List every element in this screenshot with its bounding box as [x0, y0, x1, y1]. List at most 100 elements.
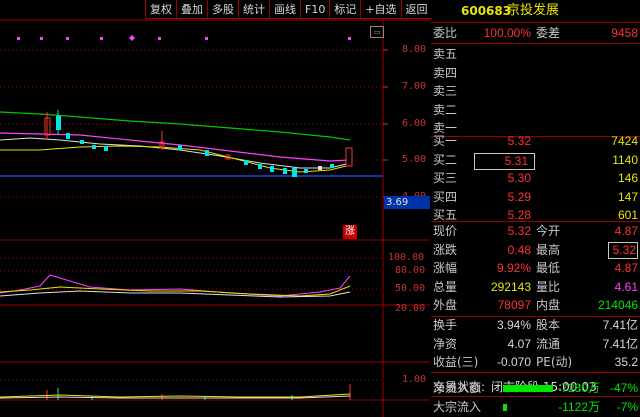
volume-axis-label: 1.00	[402, 374, 427, 385]
flow-pct: -7%	[616, 400, 638, 414]
stat-value: 35.2	[614, 355, 638, 370]
stat-value: 214046	[597, 298, 638, 313]
flow-value: -1122万	[558, 400, 600, 414]
ma-line-magenta	[0, 132, 351, 162]
stat-label: 涨幅	[433, 261, 458, 276]
toolbar-button-0[interactable]: 复权	[145, 0, 176, 19]
price-axis-label: 8.00	[402, 44, 427, 55]
toolbar-button-1[interactable]: 叠加	[176, 0, 207, 19]
stat-value: -0.070	[496, 355, 531, 370]
sell-label: 卖二	[433, 102, 458, 117]
stat-label: 流通	[536, 336, 561, 351]
stock-header: 600683 京投发展	[431, 0, 640, 22]
buy-price: 5.30	[507, 171, 531, 185]
stat-value: 4.07	[507, 336, 531, 351]
stat-row: 涨幅 9.92% 最低 4.87	[431, 259, 640, 278]
toolbar-button-8[interactable]: 返回	[400, 0, 432, 19]
stat-label: 最低	[536, 261, 561, 276]
buy-row: 买三 5.30 146	[431, 169, 640, 188]
sell-row: 卖二	[431, 101, 640, 120]
share-stat-row: 换手 3.94% 股本 7.41亿	[431, 316, 640, 335]
stat-label: 今开	[536, 224, 561, 238]
buy-row: 买二 5.31 1140	[431, 151, 640, 170]
stat-value: 4.87	[614, 224, 638, 238]
stat-label: 现价	[433, 224, 458, 238]
stat-label: PE(动)	[536, 355, 573, 370]
weibi-row: 委比 100.00% 委差 9458	[431, 24, 640, 43]
turnover-axis-label: 50.00	[395, 283, 426, 294]
stat-label: 股本	[536, 318, 561, 332]
stat-value: 292143	[490, 279, 531, 294]
stat-label: 净资	[433, 336, 458, 351]
current-price-marker: 3.69	[384, 196, 430, 209]
turnover-axis-label: 80.00	[395, 265, 426, 276]
toolbar-button-7[interactable]: +自选	[360, 0, 401, 19]
stat-value: 7.41亿	[602, 336, 638, 351]
flow-bar	[503, 385, 553, 392]
buy-label: 买二	[433, 152, 458, 167]
quote-panel: 600683 京投发展 委比 100.00% 委差 9458 卖五 卖四 卖三 卖二卖…	[431, 0, 640, 417]
buy-price: 5.32	[507, 134, 531, 148]
flow-bar	[503, 404, 507, 411]
toolbar-button-5[interactable]: F10	[300, 0, 330, 19]
stat-row: 外盘 78097 内盘 214046	[431, 296, 640, 315]
stat-value: 5.32	[607, 241, 638, 259]
flow-label: 净流入额	[433, 381, 482, 395]
buy-row: 买一 5.32 7424	[431, 132, 640, 151]
stat-value: 7.41亿	[602, 318, 638, 332]
share-stat-row: 净资 4.07 流通 7.41亿	[431, 335, 640, 354]
toolbar-button-6[interactable]: 标记	[329, 0, 361, 19]
toolbar-button-2[interactable]: 多股	[207, 0, 238, 19]
kline-chart-area[interactable]: 复权 叠加 多股 统计 画线 F10 标记 +自选 返回 ▭ 8.00 7.00 6.00 5.…	[0, 0, 432, 417]
stock-code: 600683	[461, 4, 512, 18]
price-axis-label: 5.00	[402, 154, 427, 165]
weibi-label: 委比	[433, 26, 458, 40]
sell-row: 卖三	[431, 82, 640, 101]
turnover-axis-label: 100.00	[388, 252, 425, 263]
stat-label: 最高	[536, 242, 561, 257]
price-axis-label: 7.00	[402, 81, 427, 92]
ma-line-white	[0, 137, 351, 169]
toolbar-button-4[interactable]: 画线	[269, 0, 300, 19]
buy-price: 5.31	[473, 152, 535, 170]
stat-value: 5.32	[507, 224, 531, 238]
stat-value: 4.87	[614, 261, 638, 276]
buy-volume: 147	[617, 189, 638, 204]
event-markers[interactable]	[17, 37, 351, 40]
sell-label: 卖三	[433, 84, 458, 98]
stat-label: 内盘	[536, 298, 561, 313]
stat-value: 9.92%	[496, 261, 531, 276]
sell-row: 卖五	[431, 45, 640, 64]
flow-row: 净流入额 -7280万 -47%	[431, 379, 640, 398]
toolbar-button-3[interactable]: 统计	[238, 0, 269, 19]
stock-name: 京投发展	[507, 3, 560, 18]
stat-row: 总量 292143 量比 4.61	[431, 278, 640, 297]
buy-label: 买四	[433, 189, 458, 204]
chart-toolbar: 复权 叠加 多股 统计 画线 F10 标记 +自选 返回	[145, 0, 432, 20]
limit-up-tag: 涨	[343, 225, 357, 239]
flow-label: 大宗流入	[433, 400, 482, 414]
ma-line-green	[0, 111, 351, 141]
flow-value: -7280万	[557, 381, 600, 395]
flow-row: 大宗流入 -1122万 -7%	[431, 398, 640, 417]
buy-price: 5.29	[507, 189, 531, 204]
stat-label: 外盘	[433, 298, 458, 313]
sell-label: 卖五	[433, 47, 458, 61]
turnover-axis-label: 20.00	[395, 303, 426, 314]
buy-volume: 7424	[611, 134, 638, 148]
buy-row: 买四 5.29 147	[431, 188, 640, 207]
sell-row: 卖四	[431, 64, 640, 83]
price-axis-label: 6.00	[402, 118, 427, 129]
buy-label: 买一	[433, 134, 458, 148]
stat-label: 收益(三)	[433, 355, 479, 370]
chart-canvas	[0, 19, 430, 417]
stat-value: 3.94%	[496, 318, 531, 332]
share-stat-row: 收益(三) -0.070 PE(动) 35.2	[431, 353, 640, 372]
chart-tool-icon[interactable]: ▭	[370, 26, 384, 38]
stat-row: 涨跌 0.48 最高 5.32	[431, 241, 640, 260]
buy-label: 买三	[433, 171, 458, 185]
flow-pct: -47%	[609, 381, 638, 395]
sell-label: 卖四	[433, 65, 458, 80]
stat-label: 涨跌	[433, 242, 458, 257]
stat-value: 4.61	[614, 279, 638, 294]
